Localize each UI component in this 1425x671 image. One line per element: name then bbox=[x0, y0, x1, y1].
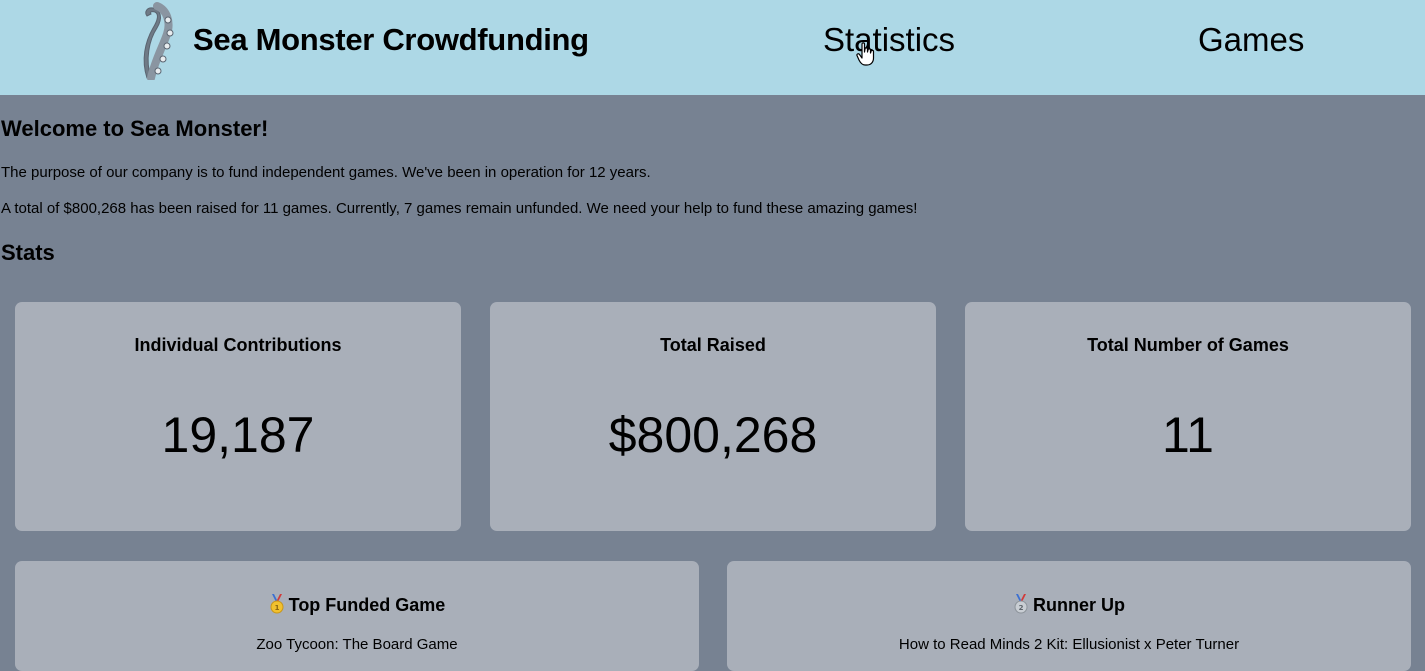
top-funded-title: Top Funded Game bbox=[288, 595, 446, 615]
nav-statistics-link[interactable]: Statistics bbox=[823, 21, 955, 59]
gold-medal-icon: 1 bbox=[270, 594, 284, 614]
stat-card-contributions: Individual Contributions 19,187 bbox=[15, 302, 461, 531]
stat-card-total-raised: Total Raised $800,268 bbox=[490, 302, 936, 531]
stat-card-total-games: Total Number of Games 11 bbox=[965, 302, 1411, 531]
runner-up-game-name: How to Read Minds 2 Kit: Ellusionist x P… bbox=[898, 636, 1240, 653]
hand-cursor-icon bbox=[856, 42, 875, 66]
top-funded-game-name: Zoo Tycoon: The Board Game bbox=[256, 636, 458, 653]
svg-text:2: 2 bbox=[1019, 604, 1024, 612]
top-funded-card: 1 Top Funded Game Zoo Tycoon: The Board … bbox=[15, 561, 699, 671]
stat-card-title: Individual Contributions bbox=[134, 335, 342, 355]
stat-card-value: 19,187 bbox=[161, 407, 315, 463]
runner-up-heading: 2 Runner Up bbox=[727, 594, 1411, 616]
stat-card-title: Total Raised bbox=[660, 335, 766, 355]
stat-card-title: Total Number of Games bbox=[1087, 335, 1289, 355]
runner-up-card: 2 Runner Up How to Read Minds 2 Kit: Ell… bbox=[727, 561, 1411, 671]
top-funded-heading: 1 Top Funded Game bbox=[15, 594, 699, 616]
intro-paragraph: The purpose of our company is to fund in… bbox=[1, 164, 651, 181]
stats-heading: Stats bbox=[1, 240, 55, 265]
stat-card-value: $800,268 bbox=[608, 407, 818, 463]
nav-games-link[interactable]: Games bbox=[1198, 21, 1304, 59]
welcome-heading: Welcome to Sea Monster! bbox=[1, 116, 269, 141]
site-title: Sea Monster Crowdfunding bbox=[193, 22, 589, 57]
stat-card-value: 11 bbox=[1162, 407, 1214, 463]
summary-paragraph: A total of $800,268 has been raised for … bbox=[1, 200, 918, 217]
silver-medal-icon: 2 bbox=[1014, 594, 1028, 614]
runner-up-title: Runner Up bbox=[1033, 595, 1125, 615]
tentacle-icon bbox=[143, 2, 174, 80]
svg-text:1: 1 bbox=[274, 604, 279, 612]
site-header: Sea Monster Crowdfunding Statistics Game… bbox=[0, 0, 1425, 95]
